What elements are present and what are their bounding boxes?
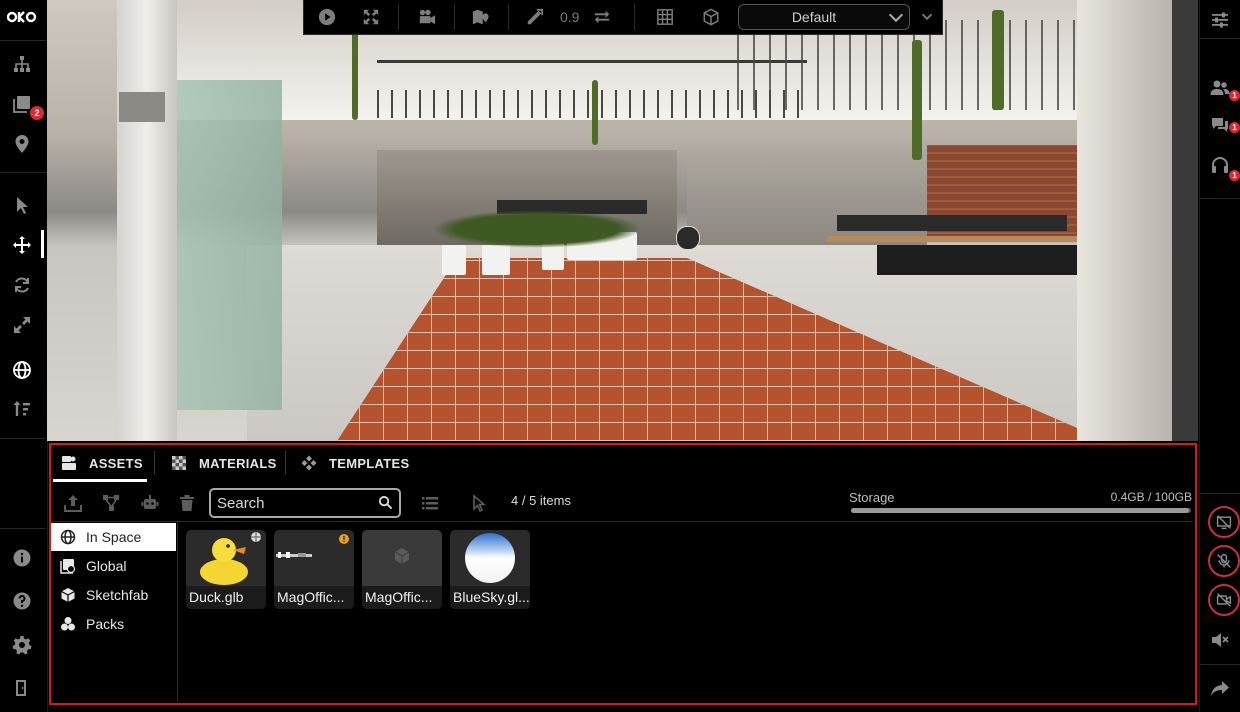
item-count: 4 / 5 items (511, 493, 571, 508)
plants (432, 210, 642, 248)
video-off-icon[interactable] (1208, 584, 1240, 616)
category-label: In Space (86, 529, 142, 545)
sky-sphere-thumbnail (450, 530, 530, 586)
info-icon[interactable] (0, 543, 44, 573)
3d-viewport[interactable] (47, 0, 1198, 441)
asset-name: MagOffic... (274, 586, 354, 609)
concrete-column-right (1077, 0, 1172, 441)
exit-door-icon[interactable] (0, 673, 44, 703)
assets-panel: ASSETS MATERIALS TEMPLATES 4 / 5 items S… (49, 443, 1197, 705)
active-tab-underline (53, 479, 147, 482)
asset-name: MagOffic... (362, 586, 442, 609)
settings-gear-icon[interactable] (0, 630, 44, 660)
world-space-icon[interactable] (0, 355, 44, 385)
asset-card-duck[interactable]: Duck.glb (186, 530, 266, 609)
sliders-settings-icon[interactable] (1200, 5, 1240, 35)
select-cursor-icon[interactable] (0, 190, 44, 220)
tab-templates-label: TEMPLATES (329, 455, 410, 471)
category-in-space[interactable]: In Space (51, 523, 176, 551)
duck-thumbnail (186, 530, 266, 586)
viewport-edge (1172, 0, 1198, 441)
speaker-muted-icon[interactable] (1200, 625, 1240, 655)
concrete-column-left (117, 0, 177, 441)
trash-icon[interactable] (175, 491, 199, 515)
preset-dropdown-value: Default (791, 9, 837, 25)
chevron-down-icon (888, 7, 904, 23)
upload-icon[interactable] (61, 491, 85, 515)
connect-nodes-icon[interactable] (99, 491, 123, 515)
library-badge: 2 (30, 106, 44, 120)
location-pin-icon[interactable] (0, 129, 44, 159)
oko-logo[interactable] (0, 2, 44, 32)
category-label: Global (86, 558, 127, 574)
checker-icon (172, 456, 186, 470)
chat-badge: 1 (1229, 122, 1240, 133)
swap-arrows-icon[interactable] (591, 6, 613, 28)
select-pointer-icon[interactable] (467, 491, 491, 515)
asset-card-magoffice-2[interactable]: MagOffic... (362, 530, 442, 609)
camera-icon[interactable] (416, 6, 438, 28)
move-icon[interactable] (0, 230, 44, 260)
audio-badge: 1 (1229, 170, 1240, 181)
left-toolbar: 2 (0, 0, 48, 712)
map-pin-icon[interactable] (470, 6, 492, 28)
users-badge: 1 (1229, 90, 1240, 101)
globe-icon (60, 529, 76, 545)
tab-assets[interactable]: ASSETS (61, 445, 143, 481)
share-arrow-icon[interactable] (1200, 673, 1240, 703)
assets-icon (62, 456, 76, 470)
rotate-icon[interactable] (0, 270, 44, 300)
tab-materials-label: MATERIALS (199, 455, 277, 471)
packs-icon (61, 617, 75, 631)
cube-icon[interactable] (700, 6, 722, 28)
search-icon[interactable] (378, 495, 393, 510)
asset-name: BlueSky.gl... (450, 586, 530, 609)
category-global[interactable]: Global (51, 552, 176, 580)
top-toolbar: 0.9 Default (303, 0, 943, 35)
frosted-glass-wall (167, 80, 282, 410)
preset-dropdown[interactable]: Default (738, 4, 910, 30)
microphone-off-icon[interactable] (1208, 545, 1240, 577)
category-packs[interactable]: Packs (51, 610, 176, 638)
robot-icon[interactable] (138, 491, 162, 515)
tab-templates[interactable]: TEMPLATES (301, 445, 409, 481)
storage-bar (851, 508, 1191, 513)
fullscreen-icon[interactable] (360, 6, 382, 28)
storage-value: 0.4GB / 100GB (1110, 490, 1192, 504)
templates-icon (301, 455, 317, 471)
sketchfab-icon (61, 588, 75, 602)
global-library-icon (60, 559, 76, 574)
object-gizmo-icon[interactable] (676, 226, 700, 250)
search-box[interactable] (209, 488, 401, 518)
hierarchy-icon[interactable] (0, 49, 44, 79)
asset-card-bluesky[interactable]: BlueSky.gl... (450, 530, 530, 609)
list-view-icon[interactable] (418, 491, 442, 515)
help-icon[interactable] (0, 586, 44, 616)
snap-value: 0.9 (560, 9, 580, 25)
toolbar-collapse-chevron-icon[interactable] (916, 6, 938, 28)
snap-angle-icon[interactable] (524, 6, 546, 28)
play-icon[interactable] (316, 6, 338, 28)
warning-badge: ! (339, 534, 349, 544)
active-tool-indicator (41, 230, 44, 258)
asset-card-magoffice-1[interactable]: ! MagOffic... (274, 530, 354, 609)
wall-fixture (119, 92, 165, 122)
grid-icon[interactable] (654, 6, 676, 28)
search-input[interactable] (215, 492, 374, 514)
category-label: Sketchfab (86, 587, 149, 603)
sort-icon[interactable] (0, 394, 44, 424)
right-toolbar: 1 1 1 (1199, 0, 1240, 712)
scale-icon[interactable] (0, 310, 44, 340)
storage-bar-fill (851, 508, 1190, 513)
storage-label: Storage (849, 490, 895, 505)
category-label: Packs (86, 616, 125, 632)
asset-name: Duck.glb (186, 586, 266, 609)
cube-thumbnail (362, 530, 442, 586)
category-sketchfab[interactable]: Sketchfab (51, 581, 176, 609)
screen-share-off-icon[interactable] (1208, 506, 1240, 538)
tab-assets-label: ASSETS (89, 455, 143, 471)
tab-materials[interactable]: MATERIALS (171, 445, 277, 481)
desk-top (827, 236, 1087, 242)
